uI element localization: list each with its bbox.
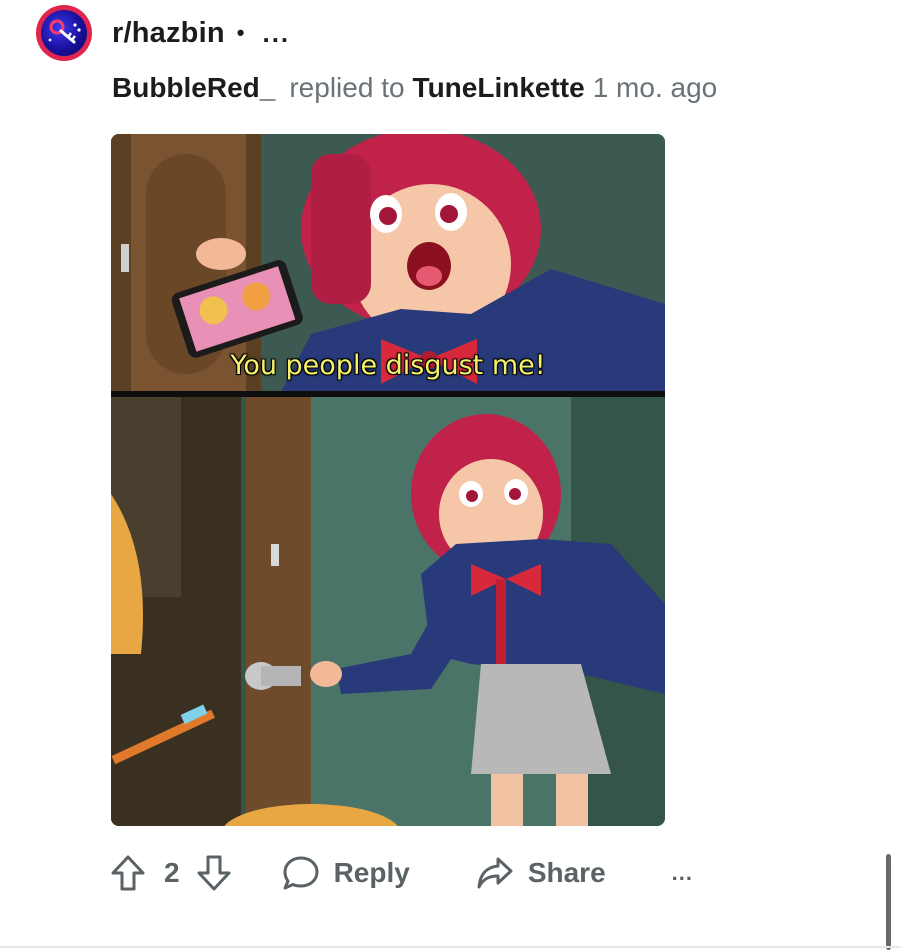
meme-caption: You people disgust me! [230,350,546,381]
divider [0,946,900,948]
scrollbar[interactable] [886,854,891,950]
share-arrow-icon [477,857,513,889]
reply-button[interactable]: Reply [282,855,410,891]
subreddit-name[interactable]: r/hazbin [112,17,225,50]
comment-author[interactable]: BubbleRed_ [112,72,275,104]
replied-to-label: replied to [289,72,405,103]
arrow-down-icon [197,855,231,891]
reply-label: Reply [333,857,410,888]
share-label: Share [527,857,606,888]
replied-to-user[interactable]: TuneLinkette [413,72,585,104]
separator-dot: • [236,20,245,45]
meme-illustration [111,134,665,826]
comment-timestamp: 1 mo. ago [592,72,718,103]
comment-image[interactable]: You people disgust me! [111,134,665,826]
post-more-options-button[interactable]: ... [262,18,290,49]
comment-header: r/hazbin • ... [36,4,290,62]
arrow-up-icon [111,855,145,891]
reply-meta: BubbleRed_ replied to TuneLinkette 1 mo.… [112,68,717,108]
comment-more-options-button[interactable]: ... [672,860,693,886]
vote-count: 2 [164,857,180,888]
comment-action-bar: 2 Reply Share ... [110,850,693,896]
upvote-button[interactable] [110,854,146,892]
speech-bubble-icon [283,856,319,890]
downvote-button[interactable] [196,854,232,892]
share-button[interactable]: Share [476,856,606,890]
avatar-key-icon [41,10,87,56]
subreddit-avatar[interactable] [36,5,92,61]
